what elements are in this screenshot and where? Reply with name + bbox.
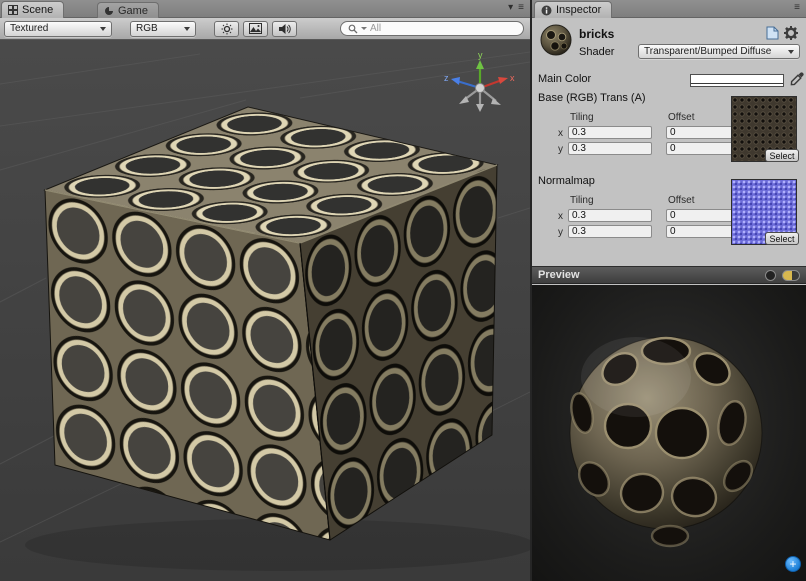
gizmo-z-label: z xyxy=(444,73,449,83)
normalmap-axis-y-label: y xyxy=(558,227,563,238)
preview-model-icon[interactable] xyxy=(765,270,776,281)
audio-toggle-button[interactable] xyxy=(272,21,297,37)
preview-header[interactable]: Preview xyxy=(532,266,806,284)
inspector-pane: Inspector ≡ bricks xyxy=(532,0,806,581)
shader-label: Shader xyxy=(579,46,614,58)
base-axis-y-label: y xyxy=(558,144,563,155)
lighting-toggle-button[interactable] xyxy=(214,21,239,37)
game-icon xyxy=(104,6,114,16)
normalmap-section-label: Normalmap xyxy=(538,175,595,187)
scene-pane: Scene Game ▾ ≡ Textured RGB xyxy=(0,0,530,581)
base-offset-header: Offset xyxy=(668,112,695,123)
dropdown-arrow-icon xyxy=(184,27,190,31)
normalmap-x-tiling-input[interactable] xyxy=(568,209,652,222)
base-y-tiling-input[interactable] xyxy=(568,142,652,155)
scene-viewport[interactable]: y x z xyxy=(0,40,530,581)
preview-lighting-icon[interactable] xyxy=(782,270,800,281)
gizmo-y-label: y xyxy=(478,50,483,60)
base-x-tiling-input[interactable] xyxy=(568,126,652,139)
tab-inspector-label: Inspector xyxy=(556,4,601,16)
tab-inspector[interactable]: Inspector xyxy=(534,1,612,18)
gizmo-x-cone[interactable] xyxy=(498,77,508,84)
color-mode-dropdown[interactable]: RGB xyxy=(130,21,196,37)
tab-scene-label: Scene xyxy=(22,4,53,16)
landscape-icon xyxy=(249,23,262,34)
scene-tab-menu-icon[interactable]: ≡ xyxy=(518,2,526,13)
doc-icon[interactable] xyxy=(766,26,779,40)
preview-title: Preview xyxy=(538,269,580,281)
main-color-swatch[interactable] xyxy=(690,74,784,87)
base-tiling-header: Tiling xyxy=(570,112,594,123)
sun-icon xyxy=(221,23,233,35)
gizmo-x-label: x xyxy=(510,73,515,83)
scene-cube[interactable] xyxy=(45,107,497,540)
scene-toolbar: Textured RGB xyxy=(0,18,530,40)
search-text: All xyxy=(370,23,381,34)
normalmap-tiling-header: Tiling xyxy=(570,195,594,206)
normalmap-y-tiling-input[interactable] xyxy=(568,225,652,238)
tab-game-label: Game xyxy=(118,5,148,17)
orientation-gizmo[interactable]: y x z xyxy=(444,50,516,122)
info-icon xyxy=(541,5,552,16)
gizmo-y-cone[interactable] xyxy=(476,60,484,69)
normalmap-axis-x-label: x xyxy=(558,211,563,222)
normalmap-select-button[interactable]: Select xyxy=(765,232,799,245)
base-select-label: Select xyxy=(769,151,794,161)
base-axis-x-label: x xyxy=(558,128,563,139)
color-mode-value: RGB xyxy=(136,23,158,34)
unity-editor-window: Scene Game ▾ ≡ Textured RGB xyxy=(0,0,806,581)
search-icon xyxy=(348,24,358,34)
draw-mode-dropdown[interactable]: Textured xyxy=(4,21,112,37)
gear-icon[interactable] xyxy=(784,26,799,40)
shader-dropdown[interactable]: Transparent/Bumped Diffuse xyxy=(638,44,800,59)
normalmap-select-label: Select xyxy=(769,234,794,244)
main-color-label: Main Color xyxy=(538,73,591,85)
material-ball-icon xyxy=(539,23,573,57)
scene-tab-dropdown-icon[interactable]: ▾ xyxy=(508,2,515,13)
tab-game[interactable]: Game xyxy=(97,2,159,18)
inspector-tabbar: Inspector ≡ xyxy=(532,0,806,18)
preview-add-label: + xyxy=(789,557,796,571)
base-section-label: Base (RGB) Trans (A) xyxy=(538,92,646,104)
base-select-button[interactable]: Select xyxy=(765,149,799,162)
preview-viewport[interactable]: + xyxy=(532,285,806,581)
search-filter-arrow-icon xyxy=(361,27,367,30)
shader-value: Transparent/Bumped Diffuse xyxy=(644,46,771,57)
inspector-tab-menu-icon[interactable]: ≡ xyxy=(794,2,802,13)
scene-search-input[interactable]: All xyxy=(340,21,524,36)
dropdown-arrow-icon xyxy=(100,27,106,31)
gizmo-z-cone[interactable] xyxy=(451,77,460,85)
dropdown-arrow-icon xyxy=(788,50,794,54)
draw-mode-value: Textured xyxy=(10,23,48,34)
effects-toggle-button[interactable] xyxy=(243,21,268,37)
normalmap-offset-header: Offset xyxy=(668,195,695,206)
scene-tabbar: Scene Game ▾ ≡ xyxy=(0,0,530,18)
eyedropper-icon[interactable] xyxy=(790,71,805,86)
material-name: bricks xyxy=(579,27,614,41)
grid-icon xyxy=(8,5,18,15)
preview-sphere[interactable] xyxy=(532,285,806,581)
preview-add-button[interactable]: + xyxy=(785,556,801,572)
speaker-icon xyxy=(278,23,291,35)
tab-scene[interactable]: Scene xyxy=(1,1,64,18)
